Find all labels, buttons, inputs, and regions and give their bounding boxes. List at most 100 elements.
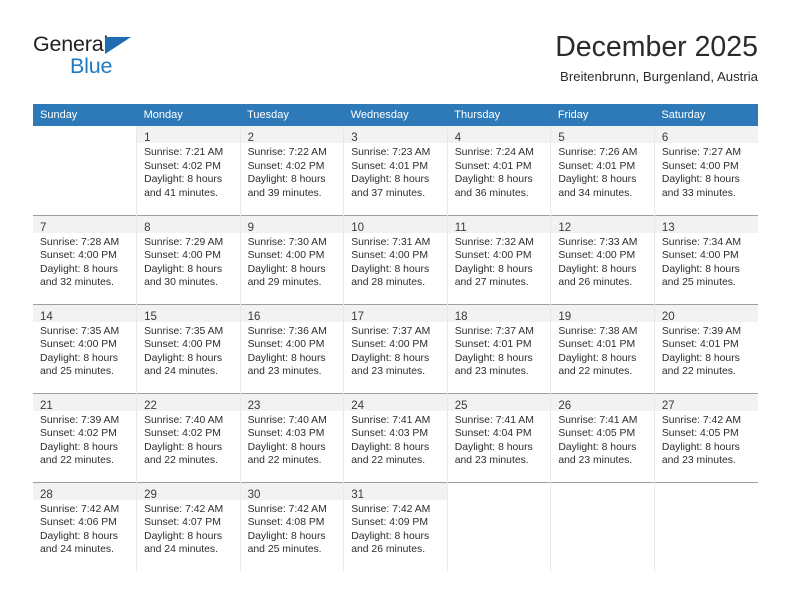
calendar-day-cell[interactable]: 1 Sunrise: 7:21 AM Sunset: 4:02 PM Daylight…	[136, 126, 241, 215]
day-details: Sunrise: 7:37 AM Sunset: 4:00 PM Daylight:…	[344, 322, 447, 379]
sunrise-text: Sunrise: 7:42 AM	[661, 414, 742, 426]
calendar-day-cell[interactable]: 5 Sunrise: 7:26 AM Sunset: 4:01 PM Daylight…	[550, 126, 655, 215]
sunset-text: Sunset: 4:01 PM	[454, 339, 532, 351]
sunset-text: Sunset: 4:00 PM	[454, 250, 532, 262]
calendar-day-cell[interactable]: 17 Sunrise: 7:37 AM Sunset: 4:00 PM Dayligh…	[343, 303, 448, 393]
calendar-empty-cell	[654, 481, 758, 571]
day-number-band: 18	[447, 304, 551, 323]
sunset-text: Sunset: 4:02 PM	[40, 428, 117, 440]
calendar-day-cell[interactable]: 11 Sunrise: 7:32 AM Sunset: 4:00 PM Dayligh…	[447, 214, 552, 304]
calendar-day-cell[interactable]: 12 Sunrise: 7:33 AM Sunset: 4:00 PM Dayligh…	[550, 214, 655, 304]
day-number-band: 20	[654, 304, 758, 323]
triangle-icon	[105, 37, 131, 54]
calendar-day-cell[interactable]: 2 Sunrise: 7:22 AM Sunset: 4:02 PM Daylight…	[240, 126, 345, 215]
calendar-day-cell[interactable]: 4 Sunrise: 7:24 AM Sunset: 4:01 PM Daylight…	[447, 126, 552, 215]
daylight-text-line2: and 32 minutes.	[40, 277, 114, 289]
calendar-day-cell[interactable]: 3 Sunrise: 7:23 AM Sunset: 4:01 PM Daylight…	[343, 126, 448, 215]
calendar-day-cell[interactable]: 18 Sunrise: 7:37 AM Sunset: 4:01 PM Dayligh…	[447, 303, 552, 393]
calendar-day-cell[interactable]: 24 Sunrise: 7:41 AM Sunset: 4:03 PM Dayligh…	[343, 392, 448, 482]
daylight-text-line1: Daylight: 8 hours	[351, 441, 430, 453]
sunrise-text: Sunrise: 7:23 AM	[351, 147, 431, 158]
title-block: December 2025 Breitenbrunn, Burgenland, …	[555, 30, 758, 87]
sunrise-text: Sunrise: 7:37 AM	[351, 325, 431, 337]
brand-logo[interactable]: General Blue	[33, 32, 213, 88]
calendar-day-cell[interactable]: 23 Sunrise: 7:40 AM Sunset: 4:03 PM Dayligh…	[240, 392, 345, 482]
calendar-page: General Blue December 2025 Breitenbrunn,…	[0, 0, 792, 612]
daylight-text-line1: Daylight: 8 hours	[40, 352, 118, 364]
day-number-band: 2	[240, 126, 344, 144]
day-number: 11	[454, 221, 467, 234]
sunset-text: Sunset: 4:00 PM	[144, 339, 221, 351]
calendar-day-cell[interactable]: 22 Sunrise: 7:40 AM Sunset: 4:02 PM Dayligh…	[136, 392, 241, 482]
calendar-day-cell[interactable]: 26 Sunrise: 7:41 AM Sunset: 4:05 PM Dayligh…	[550, 392, 655, 482]
calendar-day-cell[interactable]: 16 Sunrise: 7:36 AM Sunset: 4:00 PM Dayligh…	[240, 303, 345, 393]
day-number-band: 19	[551, 304, 654, 323]
sunset-text: Sunset: 4:00 PM	[661, 160, 739, 172]
sunrise-text: Sunrise: 7:41 AM	[454, 414, 534, 426]
calendar-day-cell[interactable]: 7 Sunrise: 7:28 AM Sunset: 4:00 PM Daylight…	[33, 214, 138, 304]
sunrise-text: Sunrise: 7:41 AM	[351, 414, 431, 426]
sunrise-text: Sunrise: 7:39 AM	[661, 325, 742, 337]
daylight-text-line2: and 22 minutes.	[558, 366, 633, 378]
daylight-text-line1: Daylight: 8 hours	[558, 441, 637, 453]
sunrise-text: Sunrise: 7:30 AM	[247, 236, 327, 248]
day-number: 24	[351, 399, 364, 412]
sunset-text: Sunset: 4:06 PM	[40, 517, 117, 529]
day-number: 23	[247, 399, 261, 412]
calendar-body: 1 Sunrise: 7:21 AM Sunset: 4:02 PM Daylight…	[33, 126, 758, 571]
calendar-day-cell[interactable]: 10 Sunrise: 7:31 AM Sunset: 4:00 PM Dayligh…	[343, 214, 448, 304]
calendar-day-cell[interactable]: 27 Sunrise: 7:42 AM Sunset: 4:05 PM Dayligh…	[654, 392, 758, 482]
calendar-day-cell[interactable]: 8 Sunrise: 7:29 AM Sunset: 4:00 PM Daylight…	[136, 214, 241, 304]
day-details: Sunrise: 7:39 AM Sunset: 4:02 PM Daylight:…	[33, 411, 136, 468]
calendar-day-cell[interactable]: 30 Sunrise: 7:42 AM Sunset: 4:08 PM Dayligh…	[240, 481, 345, 571]
day-number: 8	[144, 221, 151, 234]
sunset-text: Sunset: 4:01 PM	[454, 160, 532, 172]
day-number: 6	[661, 132, 669, 144]
sunset-text: Sunset: 4:04 PM	[454, 428, 532, 440]
sunrise-text: Sunrise: 7:21 AM	[144, 147, 224, 158]
calendar-day-cell[interactable]: 31 Sunrise: 7:42 AM Sunset: 4:09 PM Dayligh…	[343, 481, 448, 571]
day-number-band: 16	[240, 304, 344, 323]
day-number: 28	[40, 488, 53, 501]
calendar-day-cell[interactable]: 15 Sunrise: 7:35 AM Sunset: 4:00 PM Dayligh…	[136, 303, 241, 393]
sunset-text: Sunset: 4:03 PM	[247, 428, 325, 440]
calendar-day-cell[interactable]: 19 Sunrise: 7:38 AM Sunset: 4:01 PM Dayligh…	[550, 303, 655, 393]
day-details: Sunrise: 7:38 AM Sunset: 4:01 PM Daylight:…	[551, 322, 654, 379]
weekday-header-sunday: Sunday	[33, 104, 137, 126]
location-subtitle: Breitenbrunn, Burgenland, Austria	[560, 69, 758, 84]
sunrise-text: Sunrise: 7:42 AM	[144, 503, 224, 515]
daylight-text-line2: and 25 minutes.	[247, 544, 322, 556]
page-header: General Blue December 2025 Breitenbrunn,…	[33, 30, 758, 92]
calendar-day-cell[interactable]: 20 Sunrise: 7:39 AM Sunset: 4:01 PM Dayligh…	[654, 303, 758, 393]
calendar-day-cell[interactable]: 14 Sunrise: 7:35 AM Sunset: 4:00 PM Dayligh…	[33, 303, 138, 393]
day-number-band: 6	[654, 126, 758, 144]
daylight-text-line1: Daylight: 8 hours	[247, 441, 326, 453]
day-details: Sunrise: 7:40 AM Sunset: 4:03 PM Daylight:…	[241, 411, 344, 468]
day-number-band: 8	[137, 215, 240, 234]
sunset-text: Sunset: 4:00 PM	[351, 339, 429, 351]
day-number-band: 25	[447, 393, 551, 412]
calendar-day-cell[interactable]: 9 Sunrise: 7:30 AM Sunset: 4:00 PM Daylight…	[240, 214, 345, 304]
calendar-day-cell[interactable]: 21 Sunrise: 7:39 AM Sunset: 4:02 PM Dayligh…	[33, 392, 138, 482]
sunset-text: Sunset: 4:02 PM	[144, 160, 221, 172]
sunset-text: Sunset: 4:01 PM	[558, 339, 636, 351]
day-number: 10	[351, 221, 364, 234]
day-number-band: 12	[551, 215, 654, 234]
day-number-band: 15	[137, 304, 240, 323]
day-number-band: 14	[33, 304, 137, 323]
calendar-day-cell[interactable]: 28 Sunrise: 7:42 AM Sunset: 4:06 PM Dayligh…	[33, 481, 138, 571]
calendar-day-cell[interactable]: 25 Sunrise: 7:41 AM Sunset: 4:04 PM Dayligh…	[447, 392, 552, 482]
calendar-day-cell[interactable]: 13 Sunrise: 7:34 AM Sunset: 4:00 PM Dayligh…	[654, 214, 758, 304]
calendar-day-cell[interactable]: 6 Sunrise: 7:27 AM Sunset: 4:00 PM Daylight…	[654, 126, 758, 215]
calendar-empty-cell	[447, 481, 552, 571]
daylight-text-line1: Daylight: 8 hours	[40, 530, 118, 542]
day-details	[655, 500, 758, 503]
day-number: 27	[661, 399, 675, 412]
day-number-band: 5	[551, 126, 654, 144]
sunrise-text: Sunrise: 7:27 AM	[661, 147, 742, 158]
calendar-day-cell[interactable]: 29 Sunrise: 7:42 AM Sunset: 4:07 PM Dayligh…	[136, 481, 241, 571]
day-number-band: 26	[551, 393, 654, 412]
sunrise-text: Sunrise: 7:37 AM	[454, 325, 534, 337]
day-details: Sunrise: 7:39 AM Sunset: 4:01 PM Daylight:…	[655, 322, 758, 379]
day-details: Sunrise: 7:42 AM Sunset: 4:08 PM Daylight:…	[241, 500, 344, 557]
